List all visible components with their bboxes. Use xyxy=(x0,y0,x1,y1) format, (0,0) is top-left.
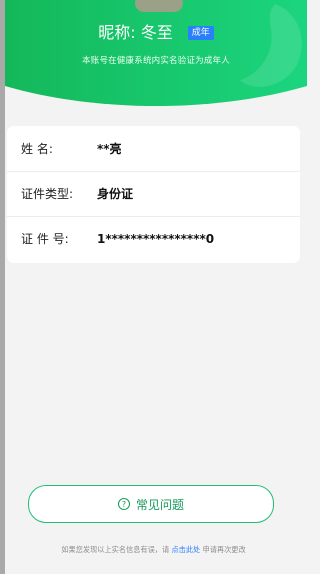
identity-row-name: 姓 名: **亮 xyxy=(7,126,300,171)
question-icon: ? xyxy=(117,498,130,510)
identity-row-doc-type: 证件类型: 身份证 xyxy=(7,171,300,216)
identity-label: 证 件 号: xyxy=(21,232,69,246)
identity-label: 证件类型: xyxy=(21,187,74,201)
identity-value: **亮 xyxy=(97,142,122,156)
profile-header: 昵称: 冬至 成年 本账号在健康系统内实名验证为成年人 xyxy=(5,0,307,108)
footer-suffix: 申请再次更改 xyxy=(202,545,246,554)
verification-subtitle: 本账号在健康系统内实名验证为成年人 xyxy=(82,56,230,66)
identity-row-doc-number: 证 件 号: 1****************0 xyxy=(7,216,300,261)
nickname-value: 冬至 xyxy=(140,23,173,42)
identity-label: 姓 名: xyxy=(21,142,53,156)
identity-card: 姓 名: **亮 证件类型: 身份证 证 件 号: 1*************… xyxy=(7,126,300,263)
faq-button[interactable]: ? 常见问题 xyxy=(28,485,274,523)
avatar[interactable] xyxy=(135,0,183,12)
footer-help-text: 如果您发现以上实名信息有误，请 点击此处 申请再次更改 xyxy=(0,545,307,555)
faq-label: 常见问题 xyxy=(135,497,184,512)
nickname-label: 昵称: xyxy=(98,23,136,42)
identity-value: 身份证 xyxy=(97,187,134,201)
identity-value: 1****************0 xyxy=(97,231,215,246)
footer-prefix: 如果您发现以上实名信息有误，请 xyxy=(61,545,170,554)
nickname-line: 昵称: 冬至 成年 xyxy=(5,24,307,42)
click-here-link[interactable]: 点击此处 xyxy=(171,545,200,554)
adult-badge: 成年 xyxy=(187,26,214,40)
